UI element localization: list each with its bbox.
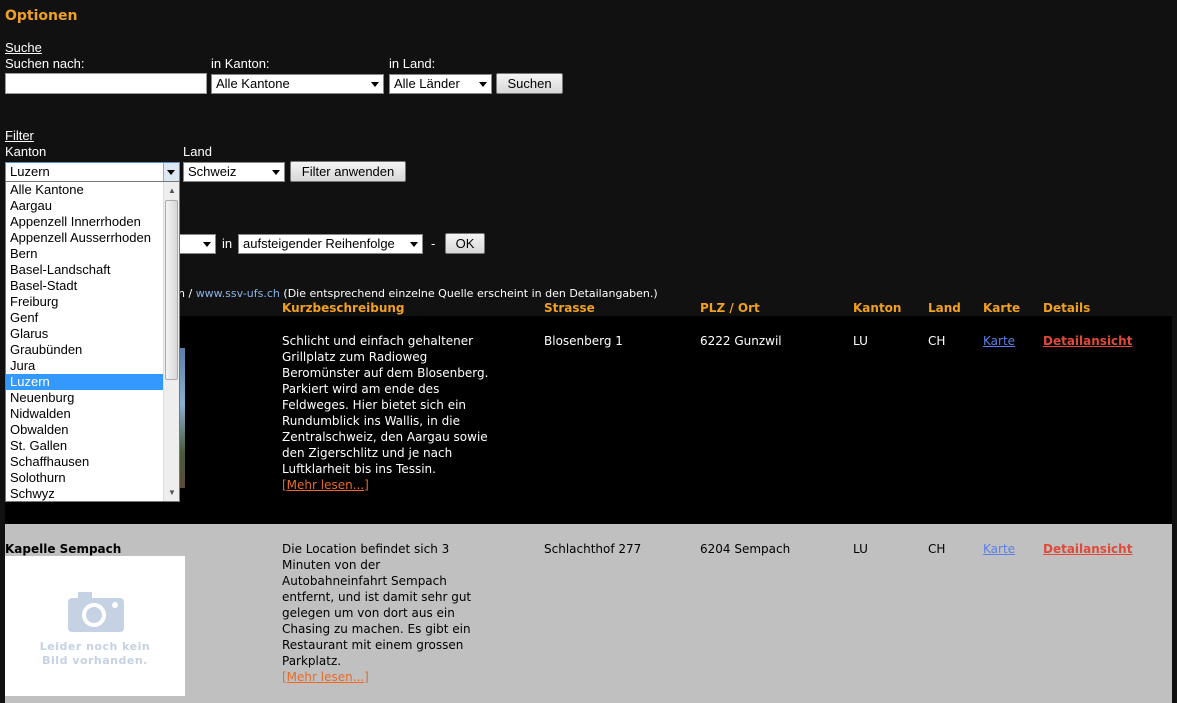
chevron-down-icon [479, 82, 487, 87]
details-link[interactable]: Detailansicht [1043, 541, 1132, 557]
no-image-placeholder: Leider noch kein Bild vorhanden. [5, 556, 185, 696]
apply-filter-button[interactable]: Filter anwenden [290, 161, 406, 182]
scrollbar-thumb[interactable] [165, 200, 178, 380]
col-strasse: Strasse [544, 301, 595, 315]
kanton-option[interactable]: Aargau [6, 198, 163, 214]
col-karte: Karte [983, 301, 1021, 315]
search-kanton-label: in Kanton: [211, 56, 270, 71]
table-row: Schlicht und einfach gehaltener Grillpla… [5, 316, 1172, 524]
kanton: LU [853, 542, 868, 556]
filter-land-label: Land [183, 144, 212, 159]
source-prefix: h / [178, 287, 193, 300]
search-land-label: in Land: [389, 56, 436, 71]
kanton-option[interactable]: Graubünden [6, 342, 163, 358]
selected-value: Alle Länder [394, 76, 460, 91]
kanton-option[interactable]: Luzern [6, 374, 163, 390]
source-note: (Die entsprechend einzelne Quelle ersche… [283, 287, 658, 300]
chevron-down-icon [272, 170, 280, 175]
read-more-link[interactable]: [Mehr lesen...] [282, 478, 369, 492]
kanton-option[interactable]: Obwalden [6, 422, 163, 438]
page-title: Optionen [5, 8, 78, 24]
table-row: Kapelle Sempach Leider noch kein Bild vo… [5, 524, 1172, 703]
street: Blosenberg 1 [544, 334, 623, 348]
chevron-down-icon [167, 170, 175, 175]
dash: - [431, 236, 436, 251]
search-kanton-select[interactable]: Alle Kantone [211, 74, 384, 94]
kanton-option[interactable]: Freiburg [6, 294, 163, 310]
selected-value: aufsteigender Reihenfolge [243, 236, 395, 251]
city: 6204 Sempach [700, 542, 791, 556]
col-kurzbeschreibung: Kurzbeschreibung [282, 301, 405, 315]
camera-icon [68, 592, 124, 632]
kanton-option[interactable]: Jura [6, 358, 163, 374]
chevron-down-icon [203, 242, 211, 247]
sort-order-select[interactable]: aufsteigender Reihenfolge [238, 234, 423, 254]
kanton-option[interactable]: Neuenburg [6, 390, 163, 406]
description-text: Die Location befindet sich 3 Minuten von… [282, 542, 472, 668]
scroll-down-icon[interactable]: ▼ [168, 488, 176, 497]
ok-button[interactable]: OK [445, 233, 485, 254]
kanton-option[interactable]: Schwyz [6, 486, 163, 502]
details-link[interactable]: Detailansicht [1043, 333, 1132, 349]
filter-land-select[interactable]: Schweiz [183, 162, 285, 182]
kanton-option[interactable]: Appenzell Ausserrhoden [6, 230, 163, 246]
col-land: Land [928, 301, 961, 315]
col-kanton: Kanton [853, 301, 902, 315]
map-link[interactable]: Karte [983, 333, 1015, 349]
kanton-option[interactable]: Glarus [6, 326, 163, 342]
kanton-option[interactable]: Alle Kantone [6, 182, 163, 198]
search-button[interactable]: Suchen [496, 73, 563, 94]
source-link[interactable]: www.ssv-ufs.ch [196, 287, 280, 300]
kanton-option[interactable]: Schaffhausen [6, 454, 163, 470]
read-more-link[interactable]: [Mehr lesen...] [282, 670, 369, 684]
kanton: LU [853, 334, 868, 348]
scroll-up-icon[interactable]: ▲ [168, 186, 176, 195]
kanton-option[interactable]: Solothurn [6, 470, 163, 486]
search-land-select[interactable]: Alle Länder [389, 74, 492, 94]
kanton-dropdown-list[interactable]: Alle Kantone Aargau Appenzell Innerrhoden A… [5, 181, 180, 502]
city: 6222 Gunzwil [700, 334, 782, 348]
col-details: Details [1043, 301, 1091, 315]
land: CH [928, 334, 946, 348]
description: Die Location befindet sich 3 Minuten von… [282, 541, 482, 685]
search-input[interactable] [5, 73, 207, 94]
kanton-option[interactable]: Appenzell Innerrhoden [6, 214, 163, 230]
query-label: Suchen nach: [5, 56, 85, 71]
source-line: h / www.ssv-ufs.ch (Die entsprechend ein… [178, 287, 658, 300]
kanton-option[interactable]: Basel-Landschaft [6, 262, 163, 278]
selected-value: Luzern [10, 164, 50, 179]
selected-value: Alle Kantone [216, 76, 290, 91]
kanton-option[interactable]: Nidwalden [6, 406, 163, 422]
kanton-option[interactable]: Genf [6, 310, 163, 326]
search-heading[interactable]: Suche [5, 40, 42, 55]
description: Schlicht und einfach gehaltener Grillpla… [282, 333, 492, 493]
filter-kanton-label: Kanton [5, 144, 47, 159]
description-text: Schlicht und einfach gehaltener Grillpla… [282, 334, 489, 476]
street: Schlachthof 277 [544, 542, 642, 556]
location-name: Kapelle Sempach [5, 542, 122, 556]
land: CH [928, 542, 946, 556]
selected-value: Schweiz [188, 164, 237, 179]
filter-kanton-select[interactable]: Luzern [5, 162, 180, 182]
chevron-down-icon [410, 242, 418, 247]
kanton-option[interactable]: Bern [6, 246, 163, 262]
kanton-option[interactable]: St. Gallen [6, 438, 163, 454]
filter-heading[interactable]: Filter [5, 128, 34, 143]
kanton-option[interactable]: Basel-Stadt [6, 278, 163, 294]
scrollbar[interactable]: ▲ ▼ [163, 182, 179, 501]
map-link[interactable]: Karte [983, 541, 1015, 557]
col-plz-ort: PLZ / Ort [700, 301, 760, 315]
sort-in-label: in [222, 236, 233, 251]
no-image-text: Leider noch kein Bild vorhanden. [39, 640, 151, 667]
chevron-down-icon [371, 82, 379, 87]
